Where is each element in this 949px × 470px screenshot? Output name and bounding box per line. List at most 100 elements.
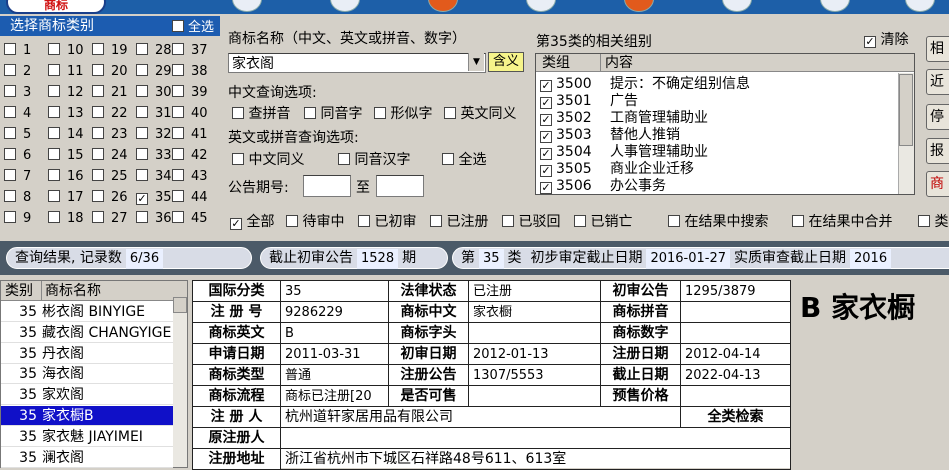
- category-checkbox[interactable]: [4, 64, 16, 76]
- category-checkbox[interactable]: [48, 190, 60, 202]
- category-10[interactable]: 10: [48, 41, 92, 61]
- checkbox[interactable]: [792, 215, 804, 227]
- issue-from-input[interactable]: [303, 175, 351, 197]
- group-checkbox[interactable]: ✓: [540, 165, 552, 177]
- groups-scroll-thumb[interactable]: [899, 74, 913, 146]
- group-checkbox[interactable]: ✓: [540, 131, 552, 143]
- category-16[interactable]: 16: [48, 167, 92, 187]
- category-41[interactable]: 41: [172, 125, 216, 145]
- filter-merge-results[interactable]: 在结果中合并: [792, 211, 892, 231]
- category-9[interactable]: 9: [4, 209, 48, 229]
- group-row-3503[interactable]: ✓ 3503 替他人推销: [540, 127, 890, 144]
- category-26[interactable]: 26: [92, 188, 136, 208]
- group-checkbox[interactable]: ✓: [540, 148, 552, 160]
- category-checkbox[interactable]: [172, 211, 184, 223]
- category-checkbox[interactable]: [136, 148, 148, 160]
- category-checkbox[interactable]: [136, 127, 148, 139]
- issue-to-input[interactable]: [376, 175, 424, 197]
- full-search-button[interactable]: 全类检索: [680, 406, 791, 428]
- filter-registered[interactable]: 已注册: [430, 211, 488, 231]
- toolbar-button-6[interactable]: [722, 0, 752, 12]
- filter-pending[interactable]: 待审中: [286, 211, 344, 231]
- results-scroll-thumb[interactable]: [173, 297, 187, 313]
- category-checkbox[interactable]: [172, 43, 184, 55]
- category-37[interactable]: 37: [172, 41, 216, 61]
- group-row-3500[interactable]: ✓ 3500 提示：不确定组别信息: [540, 76, 890, 93]
- category-38[interactable]: 38: [172, 62, 216, 82]
- checkbox[interactable]: [444, 107, 456, 119]
- category-checkbox[interactable]: [4, 43, 16, 55]
- category-27[interactable]: 27: [92, 209, 136, 229]
- checkbox[interactable]: [430, 215, 442, 227]
- group-checkbox[interactable]: ✓: [540, 80, 552, 92]
- category-7[interactable]: 7: [4, 167, 48, 187]
- filter-all[interactable]: ✓ 全部: [230, 211, 274, 231]
- category-checkbox[interactable]: [172, 64, 184, 76]
- checkbox[interactable]: [374, 107, 386, 119]
- category-checkbox[interactable]: ✓: [136, 193, 148, 205]
- group-row-3504[interactable]: ✓ 3504 人事管理辅助业: [540, 144, 890, 161]
- filter-rejected[interactable]: 已驳回: [502, 211, 560, 231]
- category-6[interactable]: 6: [4, 146, 48, 166]
- category-checkbox[interactable]: [4, 148, 16, 160]
- en-option-select-all[interactable]: 全选: [442, 149, 486, 169]
- table-row[interactable]: 35 澜衣阁: [1, 448, 173, 468]
- near-button[interactable]: 近: [926, 69, 949, 95]
- name-input[interactable]: [228, 53, 486, 73]
- select-all-checkbox[interactable]: [171, 20, 184, 32]
- table-row[interactable]: 35 家欢阁: [1, 385, 173, 406]
- category-checkbox[interactable]: [48, 106, 60, 118]
- toolbar-button-7[interactable]: [820, 0, 850, 12]
- category-checkbox[interactable]: [48, 85, 60, 97]
- category-checkbox[interactable]: [172, 169, 184, 181]
- filter-search-in-results[interactable]: 在结果中搜索: [668, 211, 768, 231]
- category-23[interactable]: 23: [92, 125, 136, 145]
- category-21[interactable]: 21: [92, 83, 136, 103]
- contain-button[interactable]: 含义: [488, 52, 524, 72]
- category-checkbox[interactable]: [92, 190, 104, 202]
- category-5[interactable]: 5: [4, 125, 48, 145]
- category-45[interactable]: 45: [172, 209, 216, 229]
- category-checkbox[interactable]: [4, 106, 16, 118]
- category-44[interactable]: 44: [172, 188, 216, 208]
- category-11[interactable]: 11: [48, 62, 92, 82]
- cn-option-homophone[interactable]: 同音字: [304, 103, 362, 123]
- category-checkbox[interactable]: [4, 211, 16, 223]
- table-row[interactable]: 35 家衣橱B: [1, 406, 173, 426]
- cn-option-pinyin[interactable]: 查拼音: [232, 103, 290, 123]
- category-checkbox[interactable]: [48, 64, 60, 76]
- clear-checkbox[interactable]: ✓: [864, 36, 876, 48]
- category-13[interactable]: 13: [48, 104, 92, 124]
- filter-prelim[interactable]: 已初审: [358, 211, 416, 231]
- checkbox[interactable]: [232, 107, 244, 119]
- category-39[interactable]: 39: [172, 83, 216, 103]
- category-checkbox[interactable]: [136, 211, 148, 223]
- category-checkbox[interactable]: [4, 190, 16, 202]
- category-42[interactable]: 42: [172, 146, 216, 166]
- table-row[interactable]: 35 海衣阁: [1, 364, 173, 385]
- table-row[interactable]: 35 彬衣阁 BINYIGE: [1, 302, 173, 322]
- category-1[interactable]: 1: [4, 41, 48, 61]
- group-row-3501[interactable]: ✓ 3501 广告: [540, 93, 890, 110]
- groups-clear[interactable]: ✓ 清除: [864, 29, 908, 49]
- checkbox[interactable]: [574, 215, 586, 227]
- category-25[interactable]: 25: [92, 167, 136, 187]
- category-18[interactable]: 18: [48, 209, 92, 229]
- category-checkbox[interactable]: [172, 127, 184, 139]
- toolbar-button-8[interactable]: [905, 0, 935, 12]
- category-checkbox[interactable]: [136, 43, 148, 55]
- select-all-categories[interactable]: 全选: [171, 18, 214, 38]
- checkbox[interactable]: [338, 153, 350, 165]
- category-checkbox[interactable]: [92, 148, 104, 160]
- category-checkbox[interactable]: [4, 127, 16, 139]
- filter-expired[interactable]: 已销亡: [574, 211, 632, 231]
- category-checkbox[interactable]: [92, 106, 104, 118]
- category-checkbox[interactable]: [136, 106, 148, 118]
- group-checkbox[interactable]: ✓: [540, 114, 552, 126]
- category-checkbox[interactable]: [48, 148, 60, 160]
- category-4[interactable]: 4: [4, 104, 48, 124]
- category-14[interactable]: 14: [48, 125, 92, 145]
- category-checkbox[interactable]: [48, 127, 60, 139]
- category-22[interactable]: 22: [92, 104, 136, 124]
- filter-class[interactable]: 类: [918, 211, 948, 231]
